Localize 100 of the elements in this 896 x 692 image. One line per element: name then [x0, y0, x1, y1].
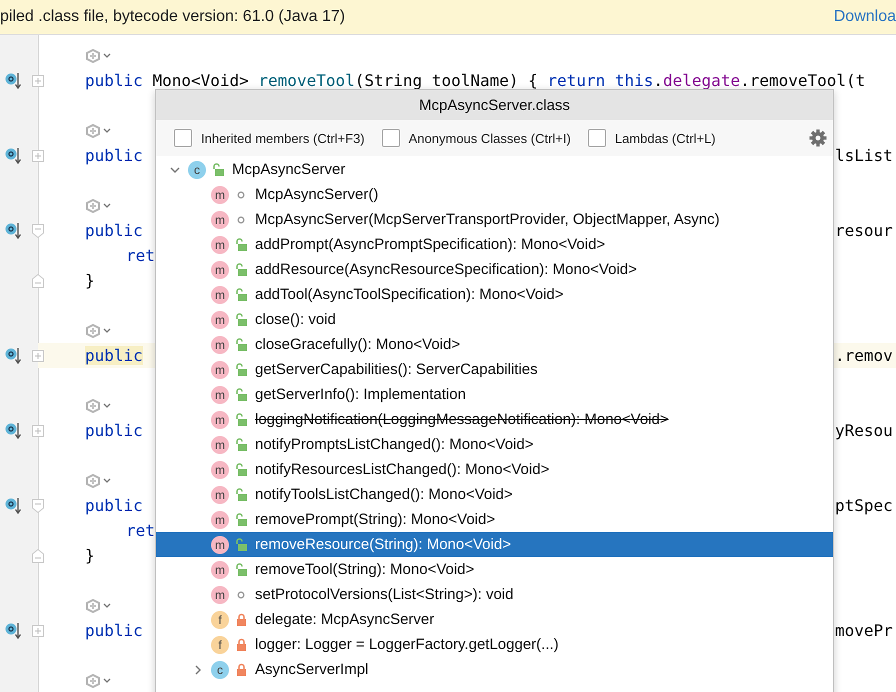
tree-item[interactable]: m loggingNotification(LoggingMessageNotification): Mono<Void> [156, 407, 833, 432]
code-text: } [85, 546, 95, 565]
member-name: logger: Logger = LoggerFactory.getLogger(...) [255, 636, 559, 653]
code-text: yResou [835, 421, 893, 440]
tree-item[interactable]: m addResource(AsyncResourceSpecification): Mono<Void> [156, 257, 833, 282]
member-name: AsyncServerImpl [255, 661, 368, 678]
member-name: closeGracefully(): Mono<Void> [255, 336, 460, 353]
fold-icon[interactable] [32, 150, 44, 162]
override-marker-icon[interactable] [5, 496, 21, 514]
popup-title: McpAsyncServer.class [419, 96, 570, 114]
code-text: ret [126, 246, 155, 265]
member-name: delegate: McpAsyncServer [255, 611, 434, 628]
annotation-hint-icon[interactable] [85, 398, 113, 414]
member-name: removeTool(String): Mono<Void> [255, 561, 474, 578]
override-marker-icon[interactable] [5, 346, 21, 364]
tree-item[interactable]: m getServerInfo(): Implementation [156, 382, 833, 407]
member-name: addPrompt(AsyncPromptSpecification): Mono<Void> [255, 236, 606, 253]
tree-item[interactable]: m removeResource(String): Mono<Void> [156, 532, 833, 557]
tree-item[interactable]: c McpAsyncServer [156, 157, 833, 182]
member-name: loggingNotification(LoggingMessageNotification): Mono<Void> [255, 411, 669, 428]
fold-icon[interactable] [32, 74, 44, 86]
override-marker-icon[interactable] [5, 622, 21, 640]
checkbox[interactable] [382, 129, 400, 147]
checkbox[interactable] [174, 129, 192, 147]
code-text: public [85, 621, 143, 640]
tree-item[interactable]: m notifyResourcesListChanged(): Mono<Void> [156, 457, 833, 482]
fold-start-icon[interactable] [32, 224, 44, 238]
annotation-hint-icon[interactable] [85, 672, 113, 688]
method-icon: m [211, 510, 229, 528]
override-marker-icon[interactable] [5, 146, 21, 164]
method-icon: m [211, 186, 229, 204]
code-text: ptSpec [835, 496, 893, 515]
method-icon: m [211, 210, 229, 228]
member-name: getServerInfo(): Implementation [255, 386, 466, 403]
method-icon: m [211, 236, 229, 254]
code-text: public [85, 146, 143, 165]
tree-item[interactable]: m closeGracefully(): Mono<Void> [156, 332, 833, 357]
download-link[interactable]: Downloa [834, 8, 896, 26]
checkbox-label: Lambdas (Ctrl+L) [614, 130, 716, 146]
method-icon: m [211, 260, 229, 278]
code-text: resour [835, 221, 893, 240]
override-marker-icon[interactable] [5, 422, 21, 440]
tree-item[interactable]: m getServerCapabilities(): ServerCapabilities [156, 357, 833, 382]
field-icon: f [211, 636, 229, 654]
fold-icon[interactable] [32, 424, 44, 436]
method-icon: m [211, 410, 229, 428]
method-icon: m [211, 386, 229, 404]
code-text: public [85, 221, 143, 240]
code-text: public Mono<Void> removeTool(String toolName) { return this.delegate.removeTool(t [85, 71, 866, 90]
tree-item[interactable]: f logger: Logger = LoggerFactory.getLogger(...) [156, 632, 833, 657]
code-text: movePr [835, 621, 893, 640]
member-name: addResource(AsyncResourceSpecification): Mono<Void> [255, 261, 637, 278]
member-name: setProtocolVersions(List<String>): void [255, 586, 514, 603]
annotation-hint-icon[interactable] [85, 472, 113, 488]
method-icon: m [211, 486, 229, 504]
method-icon: m [211, 460, 229, 478]
fold-start-icon[interactable] [32, 498, 44, 512]
override-marker-icon[interactable] [5, 72, 21, 90]
annotation-hint-icon[interactable] [85, 198, 113, 214]
method-icon: m [211, 536, 229, 554]
member-name: notifyPromptsListChanged(): Mono<Void> [255, 436, 534, 453]
member-name: McpAsyncServer() [255, 186, 378, 203]
method-icon: m [211, 310, 229, 328]
field-icon: f [211, 610, 229, 628]
annotation-hint-icon[interactable] [85, 322, 113, 338]
tree-item[interactable]: m removePrompt(String): Mono<Void> [156, 507, 833, 532]
checkbox[interactable] [588, 129, 606, 147]
banner-text: piled .class file, bytecode version: 61.0 (Java 17) [0, 8, 346, 26]
member-name: addTool(AsyncToolSpecification): Mono<Void> [255, 286, 564, 303]
member-name: notifyToolsListChanged(): Mono<Void> [255, 486, 513, 503]
tree-item[interactable]: m removeTool(String): Mono<Void> [156, 557, 833, 582]
tree-item[interactable]: c AsyncServerImpl [156, 657, 833, 682]
tree-item[interactable]: m addTool(AsyncToolSpecification): Mono<Void> [156, 282, 833, 307]
tree-item[interactable]: m McpAsyncServer() [156, 182, 833, 207]
method-icon: m [211, 436, 229, 454]
tree-item[interactable]: f delegate: McpAsyncServer [156, 607, 833, 632]
tree-item[interactable]: m setProtocolVersions(List<String>): void [156, 582, 833, 607]
override-marker-icon[interactable] [5, 222, 21, 240]
tree-item[interactable]: m addPrompt(AsyncPromptSpecification): Mono<Void> [156, 232, 833, 257]
method-icon: m [211, 586, 229, 604]
annotation-hint-icon[interactable] [85, 598, 113, 614]
fold-icon[interactable] [32, 624, 44, 636]
method-icon: m [211, 286, 229, 304]
fold-icon[interactable] [32, 350, 44, 362]
annotation-hint-icon[interactable] [85, 48, 113, 64]
method-icon: m [211, 560, 229, 578]
member-name: close(): void [255, 311, 336, 328]
tree-item[interactable]: m close(): void [156, 307, 833, 332]
code-text: public [85, 496, 143, 515]
annotation-hint-icon[interactable] [85, 122, 113, 138]
tree-item[interactable]: m notifyToolsListChanged(): Mono<Void> [156, 482, 833, 507]
member-name: notifyResourcesListChanged(): Mono<Void> [255, 461, 550, 478]
member-name: McpAsyncServer [232, 161, 346, 178]
tree-item[interactable]: m McpAsyncServer(McpServerTransportProvider, ObjectMapper, Async) [156, 207, 833, 232]
tree-item[interactable]: m notifyPromptsListChanged(): Mono<Void> [156, 432, 833, 457]
checkbox-label: Inherited members (Ctrl+F3) [201, 130, 365, 146]
checkbox-label: Anonymous Classes (Ctrl+I) [408, 130, 571, 146]
settings-icon[interactable] [809, 129, 827, 147]
class-icon: c [211, 660, 229, 678]
code-text: public [85, 421, 143, 440]
